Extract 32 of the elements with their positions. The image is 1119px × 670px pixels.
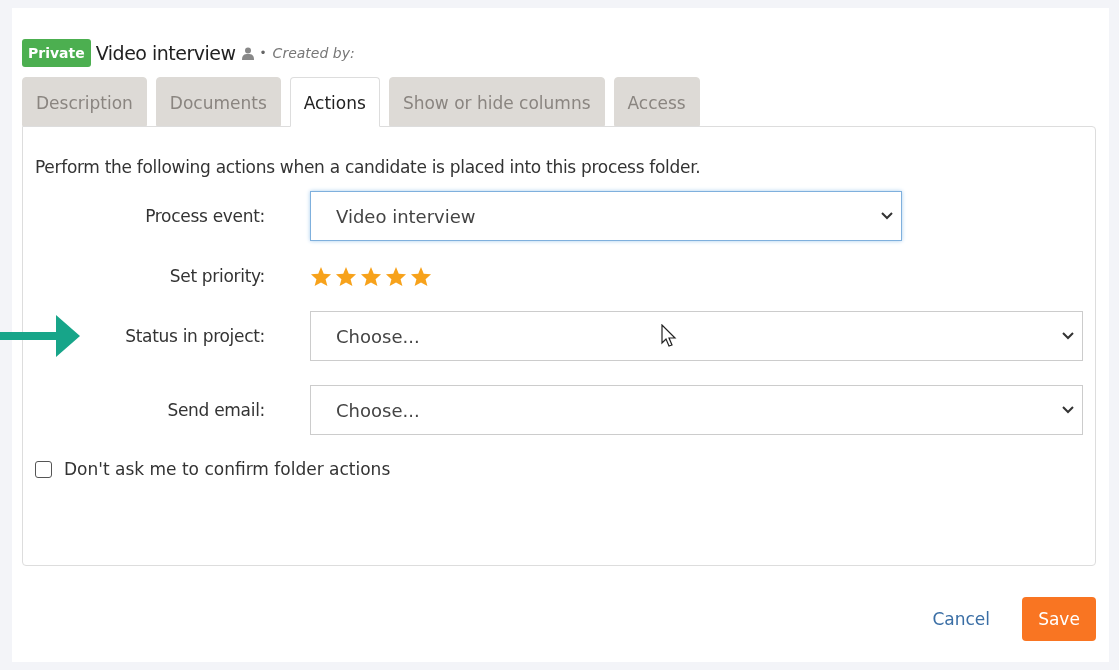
star-icon [410, 265, 432, 287]
tab[interactable]: Actions [289, 77, 380, 127]
star-icon [360, 265, 382, 287]
checkbox-label: Don't ask me to confirm folder actions [64, 459, 391, 479]
chevron-down-icon [1062, 406, 1074, 414]
mouse-cursor-icon [661, 324, 677, 348]
chevron-down-icon [881, 212, 893, 220]
field-label: Set priority: [168, 266, 265, 286]
checkbox[interactable] [35, 460, 52, 478]
created-by-label: Created by: [272, 45, 355, 61]
priority-stars[interactable] [310, 265, 432, 287]
tab[interactable]: Show or hide columns [388, 77, 605, 126]
tab[interactable]: Documents [155, 77, 281, 126]
person-icon [241, 46, 254, 60]
dropdown-field[interactable]: Choose... [310, 385, 1083, 435]
tab[interactable]: Description [22, 77, 147, 126]
private-badge: Private [22, 39, 91, 67]
dropdown-field[interactable]: Choose... [310, 311, 1083, 361]
cancel-link[interactable]: Cancel [932, 609, 990, 629]
folder-title: Video interview [95, 42, 236, 64]
star-icon [385, 265, 407, 287]
intro-text: Perform the following actions when a candidate is placed into this process folder. [35, 157, 702, 177]
star-icon [335, 265, 357, 287]
chevron-down-icon [1062, 332, 1074, 340]
field-label: Send email: [166, 400, 265, 420]
save-button[interactable]: Save [1022, 597, 1096, 641]
dropdown-field[interactable]: Video interview [310, 191, 902, 241]
field-label: Process event: [144, 206, 265, 226]
separator-dot: • [259, 46, 267, 60]
tab[interactable]: Access [613, 77, 700, 126]
field-label: Status in project: [124, 326, 265, 346]
star-icon [310, 265, 332, 287]
